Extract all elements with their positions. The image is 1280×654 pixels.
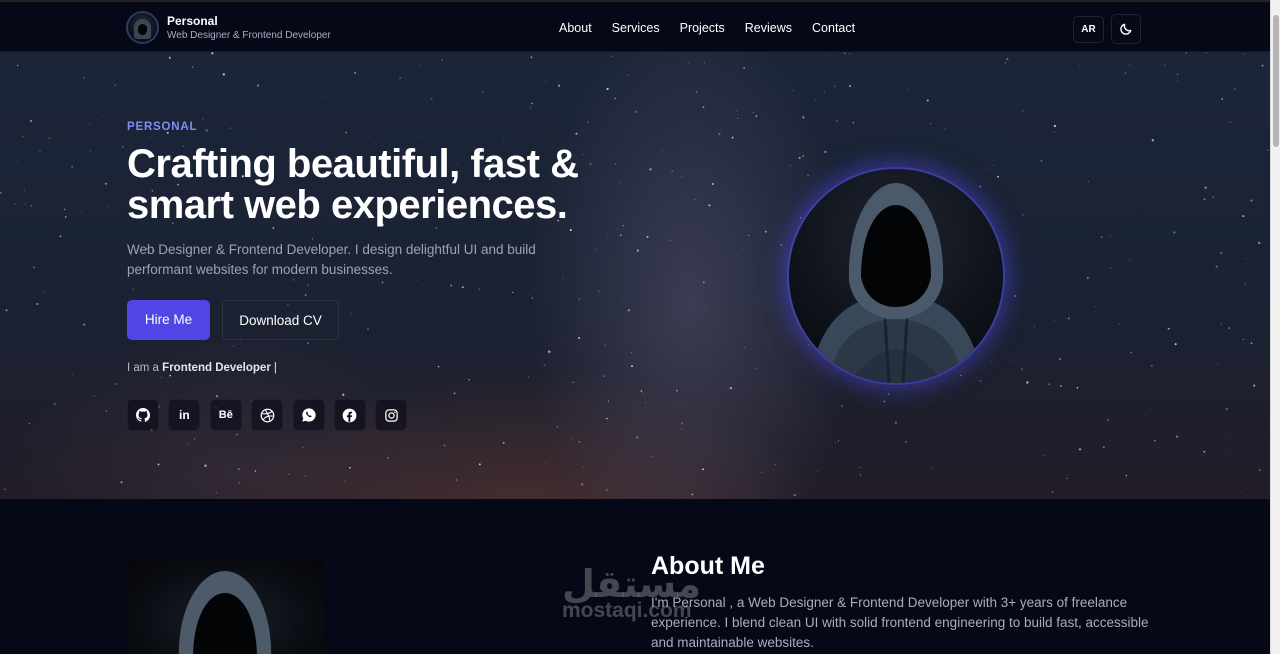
instagram-link[interactable] <box>375 399 408 431</box>
about-section: About Me I'm Personal , a Web Designer &… <box>0 499 1270 654</box>
nav-link-about[interactable]: About <box>559 20 592 36</box>
behance-link[interactable]: Bē <box>209 399 242 431</box>
hooded-figure-illustration <box>179 571 271 654</box>
hero-lead: Web Designer & Frontend Developer. I des… <box>127 242 536 277</box>
brand[interactable]: Personal Web Designer & Frontend Develop… <box>126 11 331 44</box>
download-cv-button[interactable]: Download CV <box>222 300 339 340</box>
hero-eyebrow: PERSONAL <box>127 121 198 133</box>
github-link[interactable] <box>127 399 159 431</box>
nav-link-contact[interactable]: Contact <box>812 20 855 36</box>
typing-role: Frontend Developer <box>162 362 271 374</box>
about-text: I'm Personal , a Web Designer & Frontend… <box>651 595 1149 650</box>
nav-link-reviews[interactable]: Reviews <box>745 20 792 36</box>
hooded-figure-illustration <box>809 183 983 383</box>
whatsapp-link[interactable] <box>292 399 325 431</box>
hero-headline: Crafting beautiful, fast & smart web exp… <box>127 142 579 227</box>
theme-toggle-button[interactable] <box>1111 14 1141 44</box>
linkedin-icon: in <box>179 408 190 422</box>
hire-me-button[interactable]: Hire Me <box>127 300 210 340</box>
hero-profile-photo <box>789 169 1003 383</box>
github-icon <box>136 408 151 422</box>
about-title: About Me <box>651 552 765 580</box>
whatsapp-icon <box>301 408 316 422</box>
brand-subtitle: Web Designer & Frontend Developer <box>167 29 331 41</box>
typing-caret: | <box>273 362 277 374</box>
behance-icon: Bē <box>218 409 233 421</box>
dribbble-link[interactable] <box>251 399 284 431</box>
facebook-link[interactable] <box>333 399 366 431</box>
page-scrollbar[interactable] <box>1270 0 1280 654</box>
main-nav: About Services Projects Reviews Contact <box>559 20 875 36</box>
typing-line: I am a Frontend Developer | <box>127 362 277 374</box>
typing-prefix: I am a <box>127 362 159 374</box>
language-toggle-button[interactable]: AR <box>1073 16 1104 43</box>
nav-link-services[interactable]: Services <box>612 20 660 36</box>
instagram-icon <box>385 408 398 422</box>
social-links: in Bē <box>127 399 417 431</box>
scrollbar-thumb[interactable] <box>1273 15 1279 147</box>
hero-section: PERSONAL Crafting beautiful, fast & smar… <box>0 52 1270 499</box>
about-photo <box>127 559 324 654</box>
nav-link-projects[interactable]: Projects <box>680 20 725 36</box>
dribbble-icon <box>260 408 275 422</box>
facebook-icon <box>343 408 357 422</box>
brand-avatar <box>126 11 159 44</box>
moon-icon <box>1120 23 1132 35</box>
brand-name: Personal <box>167 13 218 28</box>
linkedin-link[interactable]: in <box>168 399 201 431</box>
navbar: Personal Web Designer & Frontend Develop… <box>0 0 1270 52</box>
